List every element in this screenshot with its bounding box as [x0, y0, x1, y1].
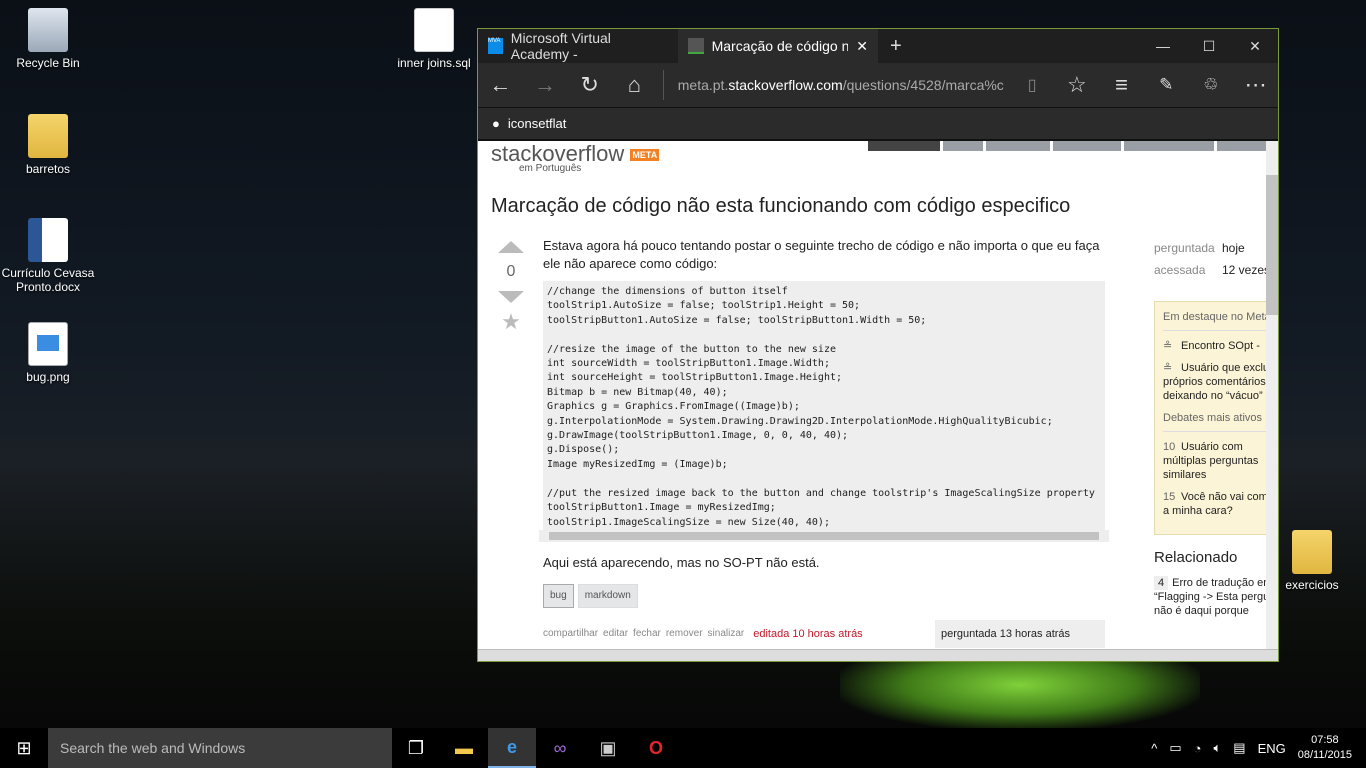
nav-tab[interactable]	[943, 141, 983, 151]
sidebar: perguntada hoje acessada 12 vezes Em desta…	[1154, 241, 1266, 618]
site-logo[interactable]: stackoverflow META em Português	[491, 141, 660, 174]
refresh-button[interactable]: ↻	[567, 72, 612, 98]
close-window-button[interactable]: ✕	[1232, 38, 1278, 55]
file-explorer-icon[interactable]: ▬	[440, 728, 488, 768]
wifi-icon[interactable]: ◔	[1194, 741, 1202, 756]
edit-link[interactable]: editar	[603, 625, 628, 643]
tab-mva[interactable]: MVA Microsoft Virtual Academy -	[478, 29, 678, 63]
remote-desktop-icon[interactable]: ▣	[584, 728, 632, 768]
task-view-icon[interactable]: ❐	[392, 728, 440, 768]
meta-icon: ≗	[1163, 340, 1173, 352]
vote-count: 0	[506, 263, 516, 280]
close-tab-icon[interactable]: ✕	[856, 38, 868, 55]
web-page: stackoverflow META em Português Marcação …	[478, 141, 1278, 661]
page-horizontal-scrollbar[interactable]	[478, 649, 1278, 661]
nav-tab[interactable]	[1124, 141, 1214, 151]
question-body: Estava agora há pouco tentando postar o …	[539, 237, 1109, 648]
reading-view-icon[interactable]: ▯	[1010, 75, 1055, 95]
page-vertical-scrollbar[interactable]	[1266, 141, 1278, 661]
nav-tab[interactable]	[868, 141, 940, 151]
desktop-icon-curriculo[interactable]: Currículo Cevasa Pronto.docx	[0, 218, 96, 294]
visual-studio-icon[interactable]: ∞	[536, 728, 584, 768]
favorite-star-icon[interactable]: ☆	[1055, 72, 1100, 98]
tab-active[interactable]: Marcação de código nã ✕	[678, 29, 878, 63]
desktop-icon-barretos[interactable]: barretos	[6, 114, 90, 176]
clock[interactable]: 07:58 08/11/2015	[1298, 733, 1352, 763]
folder-icon	[1292, 530, 1332, 574]
question-title[interactable]: Marcação de código não esta funcionando …	[491, 195, 1070, 218]
search-box[interactable]: Search the web and Windows	[48, 728, 392, 768]
tab-bar: MVA Microsoft Virtual Academy - Marcação …	[478, 29, 1278, 63]
navigation-bar: ← → ↻ ⌂ meta.pt. stackoverflow.com/questi…	[478, 63, 1278, 107]
word-document-icon	[28, 218, 68, 262]
flag-link[interactable]: sinalizar	[708, 625, 745, 643]
desktop-icon-bug-png[interactable]: bug.png	[6, 322, 90, 384]
address-bar[interactable]: meta.pt. stackoverflow.com/questions/4528…	[662, 70, 1004, 100]
upvote-icon[interactable]	[498, 241, 524, 253]
share-icon[interactable]: ♲	[1189, 75, 1234, 95]
related-item[interactable]: 4Erro de tradução em “Flagging -> Esta p…	[1154, 576, 1266, 618]
home-button[interactable]: ⌂	[612, 72, 657, 98]
system-tray: ^ ▭ ◔ 🔈︎ ▤ ENG 07:58 08/11/2015	[1151, 733, 1366, 763]
back-button[interactable]: ←	[478, 72, 523, 98]
notification-icon[interactable]: ▤	[1233, 740, 1245, 756]
desktop-icon-inner-joins[interactable]: inner joins.sql	[392, 8, 476, 70]
more-icon[interactable]: ⋯	[1233, 72, 1278, 98]
chevron-up-icon[interactable]: ^	[1151, 741, 1157, 756]
vote-panel: 0 ★	[498, 241, 524, 335]
favorite-site-icon: ●	[492, 116, 500, 131]
forward-button[interactable]: →	[523, 72, 568, 98]
language-indicator[interactable]: ENG	[1258, 741, 1286, 756]
delete-link[interactable]: remover	[666, 625, 703, 643]
desktop-icon-recycle-bin[interactable]: Recycle Bin	[6, 8, 90, 70]
featured-item[interactable]: ≗ Encontro SOpt -	[1163, 339, 1266, 353]
favorite-star-icon[interactable]: ★	[498, 309, 524, 335]
web-note-icon[interactable]: ✎	[1144, 75, 1189, 95]
desktop-icon-exercicios[interactable]: exercicios	[1270, 530, 1354, 592]
related-heading: Relacionado	[1154, 549, 1238, 566]
battery-icon[interactable]: ▭	[1169, 740, 1181, 756]
edited-timestamp[interactable]: editada 10 horas atrás	[753, 625, 862, 643]
recycle-bin-icon	[28, 8, 68, 52]
favorite-iconsetflat[interactable]: iconsetflat	[508, 116, 567, 131]
site-nav-tabs	[868, 141, 1277, 151]
code-horizontal-scrollbar[interactable]	[539, 529, 1109, 542]
debate-item[interactable]: 10 Usuário com múltiplas perguntas simila…	[1163, 440, 1266, 482]
new-tab-button[interactable]: +	[878, 35, 914, 58]
downvote-icon[interactable]	[498, 291, 524, 303]
nav-tab[interactable]	[1053, 141, 1121, 151]
edge-icon[interactable]: e	[488, 728, 536, 768]
page-favicon-icon	[688, 38, 704, 54]
opera-icon[interactable]: O	[632, 728, 680, 768]
meta-icon: ≗	[1163, 362, 1173, 374]
mva-favicon-icon: MVA	[488, 38, 503, 54]
volume-icon[interactable]: 🔈︎	[1213, 740, 1221, 756]
featured-box: Em destaque no Meta ≗ Encontro SOpt - ≗ Us…	[1154, 301, 1266, 535]
code-block: //change the dimensions of button itself…	[543, 281, 1105, 530]
share-link[interactable]: compartilhar	[543, 625, 598, 643]
debate-item[interactable]: 15 Você não vai com a minha cara?	[1163, 490, 1266, 518]
asked-timestamp: perguntada 13 horas atrás	[935, 619, 1105, 648]
tag-markdown[interactable]: markdown	[577, 583, 638, 608]
hub-icon[interactable]: ≡	[1099, 72, 1144, 98]
favorites-bar: ● iconsetflat	[478, 107, 1278, 141]
folder-icon	[28, 114, 68, 158]
image-file-icon	[28, 322, 68, 366]
sql-file-icon	[414, 8, 454, 52]
start-button[interactable]: ⊞	[0, 738, 48, 759]
featured-item[interactable]: ≗ Usuário que exclui próprios comentários…	[1163, 361, 1266, 403]
close-link[interactable]: fechar	[633, 625, 661, 643]
maximize-button[interactable]: ☐	[1186, 38, 1232, 55]
taskbar: ⊞ Search the web and Windows ❐ ▬ e ∞ ▣ O…	[0, 728, 1366, 768]
nav-tab[interactable]	[986, 141, 1050, 151]
minimize-button[interactable]: —	[1140, 38, 1186, 55]
edge-browser-window: MVA Microsoft Virtual Academy - Marcação …	[477, 28, 1279, 662]
tag-bug[interactable]: bug	[543, 583, 574, 608]
